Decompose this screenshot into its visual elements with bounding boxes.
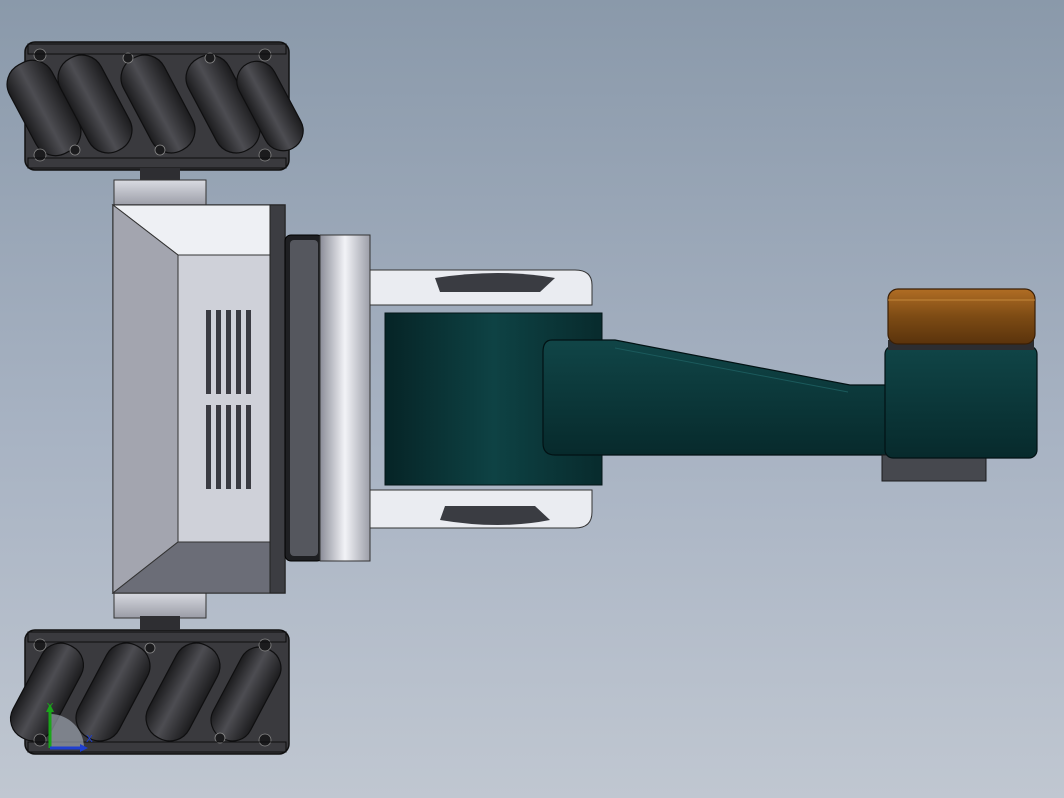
robot-model-top-view[interactable] <box>0 0 1064 798</box>
graphics-viewport[interactable]: Y X <box>0 0 1064 798</box>
end-effector[interactable] <box>881 288 1038 482</box>
rotary-base[interactable] <box>284 234 371 562</box>
wheel-hub-rear <box>113 591 207 630</box>
mecanum-wheel-front[interactable] <box>0 41 310 171</box>
x-axis-label: X <box>86 734 93 745</box>
chassis-body[interactable] <box>111 203 286 595</box>
arm-link[interactable] <box>542 339 936 456</box>
y-axis-label: Y <box>47 702 54 713</box>
wheel-hub-front <box>113 168 207 207</box>
